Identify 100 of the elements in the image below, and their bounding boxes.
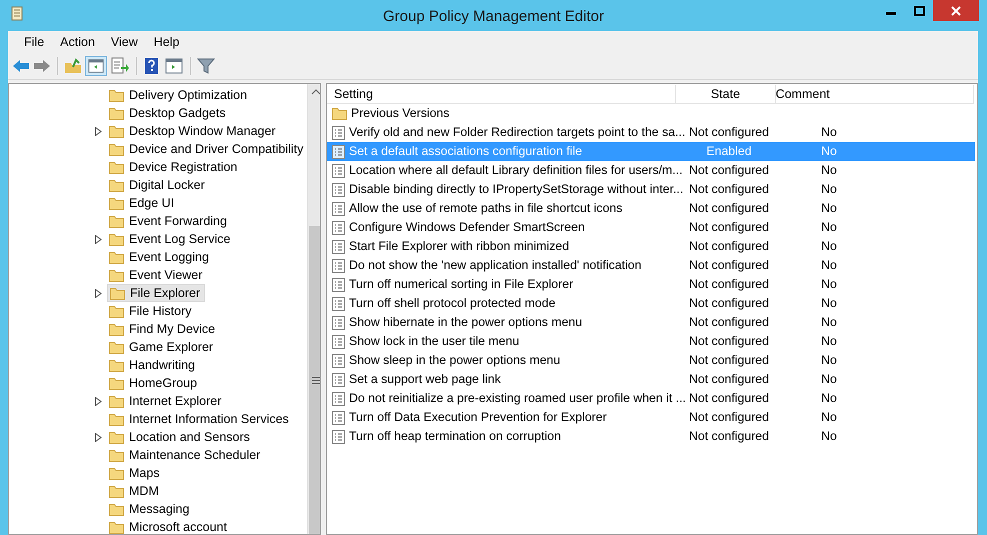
tree-item[interactable]: Device Registration [107,158,242,176]
state-text: Not configured [689,220,769,234]
table-row[interactable]: Turn off heap termination on corruption Not configured No [327,427,975,446]
table-row[interactable]: Show hibernate in the power options menu Not configured No [327,313,975,332]
policy-icon [332,316,345,330]
table-row[interactable]: Do not reinitialize a pre-existing roamed user profile when it ... Not configured No [327,389,975,408]
app-icon [10,6,24,22]
folder-icon [109,502,124,516]
table-row[interactable]: Previous Versions [327,104,975,123]
properties-pane-icon[interactable] [164,57,184,75]
tree-item[interactable]: Edge UI [107,194,178,212]
setting-name: Show lock in the user tile menu [349,333,520,350]
back-icon[interactable] [12,58,30,74]
column-header[interactable]: Comment [776,85,974,104]
tree-item[interactable]: Game Explorer [107,338,218,356]
console-tree-icon[interactable] [85,56,107,76]
state-text: Not configured [689,296,769,310]
folder-icon [109,142,124,156]
folder-icon [109,250,124,264]
table-row[interactable]: Start File Explorer with ribbon minimized Not configured No [327,237,975,256]
tree-item[interactable]: Delivery Optimization [107,86,252,104]
table-row[interactable]: Location where all default Library definition files for users/m... Not configured No [327,161,975,180]
folder-icon [109,448,124,462]
folder-icon [110,286,125,300]
expand-arrow-icon[interactable] [95,396,102,406]
comment-text: No [821,391,837,406]
policy-icon [332,164,345,178]
tree-item[interactable]: Messaging [107,500,194,518]
menu-item[interactable]: Help [146,32,186,52]
tree-item[interactable]: Digital Locker [107,176,209,194]
tree-item[interactable]: Microsoft account [107,518,231,534]
comment-text: No [821,410,837,424]
table-row[interactable]: Show lock in the user tile menu Not configured No [327,332,975,351]
expand-arrow-icon[interactable] [95,126,102,136]
tree-item[interactable]: Internet Explorer [107,392,226,410]
tree-item[interactable]: Event Log Service [107,230,234,248]
comment-text: No [821,277,837,292]
setting-name: Allow the use of remote paths in file shortcut icons [349,200,622,218]
filter-icon[interactable] [197,57,215,75]
tree-item[interactable]: Event Forwarding [107,212,231,230]
state-text: Not configured [689,372,769,386]
tree-item[interactable]: Maps [107,464,164,482]
comment-text: No [821,353,837,368]
folder-icon [109,232,124,246]
tree-item[interactable]: Desktop Window Manager [107,122,280,140]
folder-icon [109,484,124,498]
table-row[interactable]: Turn off numerical sorting in File Explorer Not configured No [327,275,975,294]
folder-icon [109,214,124,228]
table-row[interactable]: Do not show the 'new application installed' notification Not configured No [327,256,975,275]
tree-item[interactable]: MDM [107,482,163,500]
table-row[interactable]: Set a support web page link Not configured No [327,370,975,389]
tree-item[interactable]: Internet Information Services [107,410,293,428]
scrollbar[interactable] [307,84,320,534]
tree-item[interactable]: File History [107,302,196,320]
maximize-icon [914,6,924,16]
export-list-icon[interactable] [110,57,130,75]
table-row[interactable]: Configure Windows Defender SmartScreen Not configured No [327,218,975,237]
tree-item[interactable]: Desktop Gadgets [107,104,230,122]
scrollbar-thumb[interactable] [309,226,320,534]
table-row[interactable]: Verify old and new Folder Redirection targets point to the sa... Not configured No [327,123,975,142]
menu-item[interactable]: View [104,32,145,52]
expand-arrow-icon[interactable] [95,432,102,442]
state-text: Enabled [706,144,752,158]
folder-icon [109,124,124,138]
tree-item[interactable]: Event Logging [107,248,213,266]
table-row[interactable]: Show sleep in the power options menu Not configured No [327,351,975,370]
setting-name: Verify old and new Folder Redirection targets point to the sa... [349,124,686,142]
close-icon [951,6,961,16]
expand-arrow-icon[interactable] [95,288,102,298]
menu-item[interactable]: Action [53,32,102,52]
column-header[interactable]: Setting [327,85,676,104]
tree-item[interactable]: HomeGroup [107,374,202,392]
tree-item[interactable]: Maintenance Scheduler [107,446,264,464]
table-row[interactable]: Turn off Data Execution Prevention for Explorer Not configured No [327,408,975,427]
help-icon[interactable] [143,57,161,75]
tree-item[interactable]: File Explorer [107,284,206,302]
tree-item[interactable]: Location and Sensors [107,428,254,446]
tree-item[interactable]: Device and Driver Compatibility [107,140,308,158]
up-folder-icon[interactable] [64,58,82,74]
table-row[interactable]: Disable binding directly to IPropertySetStorage without inter... Not configured No [327,180,975,199]
table-row[interactable]: Turn off shell protocol protected mode Not configured No [327,294,975,313]
state-text: Not configured [689,315,769,330]
close-button[interactable] [933,0,979,21]
menu-item[interactable]: File [17,32,52,52]
expand-arrow-icon[interactable] [95,234,102,244]
folder-icon [109,160,124,174]
grip-icon [312,376,320,384]
comment-text: No [821,258,837,272]
folder-icon [109,340,124,354]
column-header[interactable]: State [676,85,776,104]
setting-name: Previous Versions [351,105,450,122]
policy-icon [332,334,345,348]
policy-icon [332,202,345,216]
table-row[interactable]: Allow the use of remote paths in file shortcut icons Not configured No [327,199,975,218]
tree-item[interactable]: Event Viewer [107,266,206,284]
folder-icon [109,304,124,318]
state-text: Not configured [689,258,769,272]
tree-item[interactable]: Find My Device [107,320,220,338]
tree-item[interactable]: Handwriting [107,356,200,374]
forward-icon[interactable] [33,58,51,74]
